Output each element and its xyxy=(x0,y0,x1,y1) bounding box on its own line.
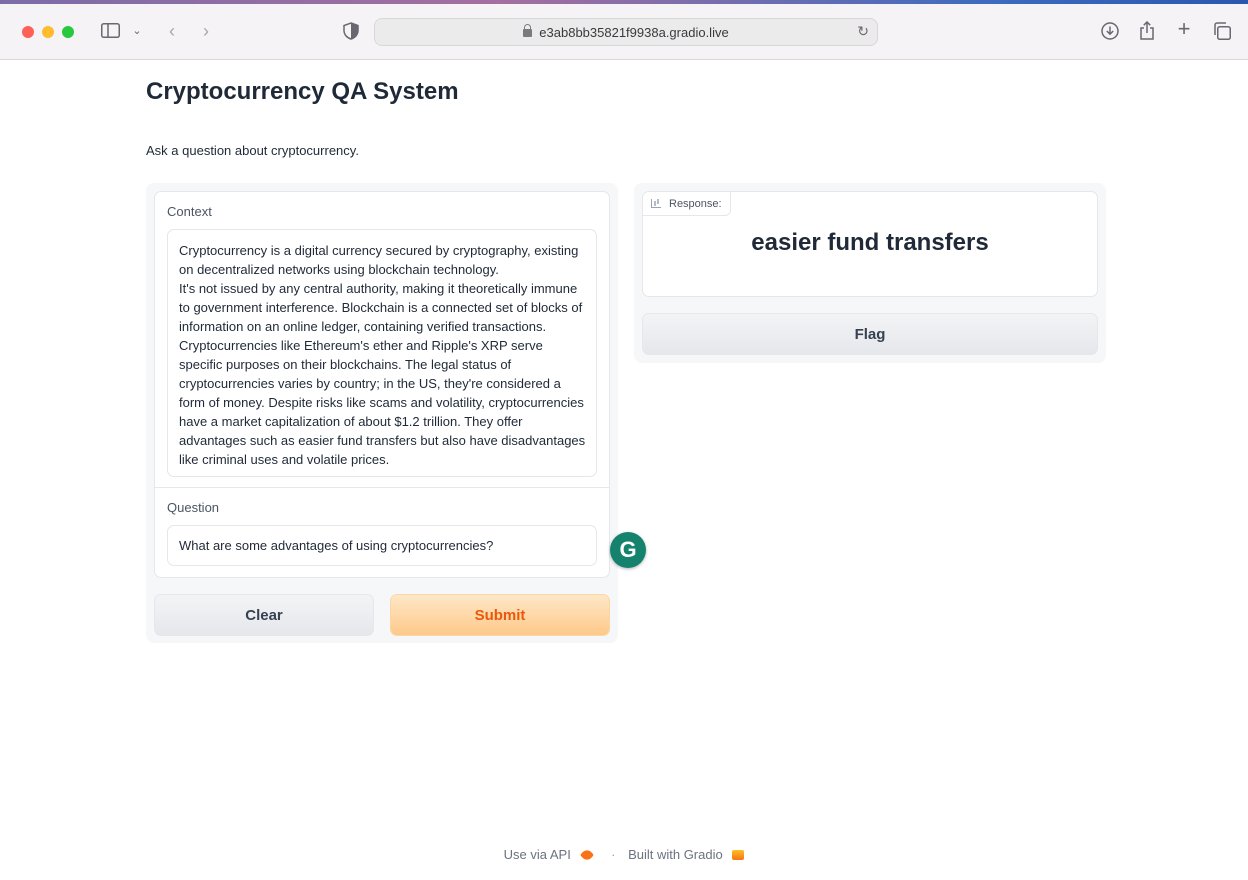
response-label: Response: xyxy=(643,192,731,216)
chart-icon xyxy=(651,199,661,208)
response-value: easier fund transfers xyxy=(751,229,989,256)
chevron-down-icon[interactable]: ⌄ xyxy=(130,21,144,41)
tab-overview-icon[interactable] xyxy=(1212,22,1232,44)
question-input[interactable]: What are some advantages of using crypto… xyxy=(167,525,597,566)
back-icon[interactable]: ‹ xyxy=(162,21,182,41)
download-icon[interactable] xyxy=(1100,22,1120,44)
grammarly-icon[interactable]: G xyxy=(610,532,646,568)
minimize-window-button[interactable] xyxy=(42,26,54,38)
submit-button[interactable]: Submit xyxy=(390,594,610,636)
window-top-edge xyxy=(0,0,1248,4)
forward-icon[interactable]: › xyxy=(196,21,216,41)
close-window-button[interactable] xyxy=(22,26,34,38)
question-label: Question xyxy=(167,500,220,515)
gradio-logo-icon xyxy=(732,849,745,860)
field-divider xyxy=(155,487,609,488)
page-title: Cryptocurrency QA System xyxy=(146,78,459,105)
sidebar-toggle-icon[interactable] xyxy=(100,22,120,42)
new-tab-icon[interactable]: + xyxy=(1174,18,1194,40)
built-with-gradio-link[interactable]: Built with Gradio xyxy=(628,847,723,862)
rocket-icon xyxy=(580,847,595,862)
reload-icon[interactable]: ↻ xyxy=(857,23,869,40)
page-description: Ask a question about cryptocurrency. xyxy=(146,143,359,158)
context-textarea[interactable]: Cryptocurrency is a digital currency sec… xyxy=(167,229,597,477)
lock-icon xyxy=(523,24,533,37)
clear-button[interactable]: Clear xyxy=(154,594,374,636)
address-text: e3ab8bb35821f9938a.gradio.live xyxy=(375,24,877,40)
context-label: Context xyxy=(167,204,212,219)
footer-separator: · xyxy=(611,847,616,863)
footer: Use via API · Built with Gradio xyxy=(0,846,1248,862)
address-bar[interactable]: e3ab8bb35821f9938a.gradio.live ↻ xyxy=(374,18,878,46)
url-text: e3ab8bb35821f9938a.gradio.live xyxy=(539,25,729,40)
privacy-shield-icon[interactable] xyxy=(342,22,360,44)
maximize-window-button[interactable] xyxy=(62,26,74,38)
flag-button[interactable]: Flag xyxy=(642,313,1098,355)
use-via-api-link[interactable]: Use via API xyxy=(504,847,571,862)
response-label-text: Response: xyxy=(669,198,722,210)
browser-toolbar: ⌄ ‹ › e3ab8bb35821f9938a.gradio.live ↻ + xyxy=(0,0,1248,60)
share-icon[interactable] xyxy=(1137,20,1157,44)
